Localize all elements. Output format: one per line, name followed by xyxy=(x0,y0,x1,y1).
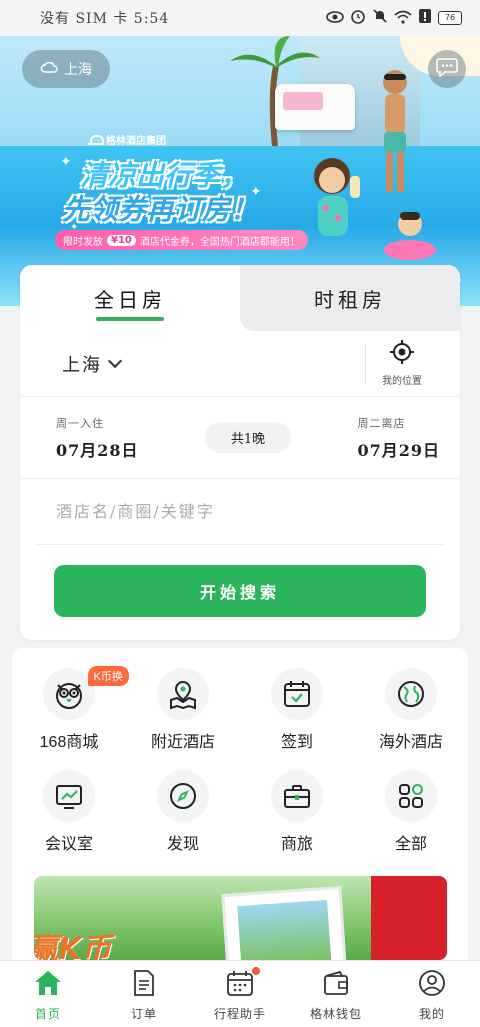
services-grid: K币换 168商城 附近酒店 签到 海外酒店 会议室 发现 商旅 全部 xyxy=(12,666,468,854)
banner-promo-bar: 限时发放 ¥10 酒店代金券，全国热门酒店都能用！ xyxy=(55,230,308,250)
wifi-icon xyxy=(394,9,412,28)
user-profile-icon xyxy=(418,969,446,1001)
promo-k-coin-text: 赢K币 xyxy=(34,932,112,960)
ice-cream-truck-image xyxy=(275,84,355,130)
keyword-row xyxy=(36,479,444,545)
grid-item-business-travel[interactable]: 商旅 xyxy=(244,770,351,854)
checkout-label: 周二离店 xyxy=(357,416,406,430)
wallet-icon xyxy=(322,969,350,1001)
logo-text: 格林酒店集团 xyxy=(106,136,166,147)
grid-item-all[interactable]: 全部 xyxy=(358,770,465,854)
start-search-button[interactable]: 开始搜索 xyxy=(54,565,426,617)
status-text: 没有 SIM 卡 5:54 xyxy=(40,11,170,27)
promo-red-panel xyxy=(371,876,447,960)
grid-item-label: 商旅 xyxy=(280,836,313,853)
nav-wallet-label: 格林钱包 xyxy=(309,1007,362,1021)
nav-wallet[interactable]: 格林钱包 xyxy=(288,961,384,1027)
room-type-tabs: 全日房 时租房 xyxy=(20,265,460,331)
grid-item-meeting-room[interactable]: 会议室 xyxy=(16,770,123,854)
calendar-icon xyxy=(226,969,254,1001)
tab-full-day[interactable]: 全日房 xyxy=(20,265,240,331)
k-coin-promo-banner[interactable]: 赢K币 xyxy=(34,876,447,960)
date-row: 周一入住 07月28日 共1晚 周二离店 07月29日 xyxy=(20,397,460,479)
promo-amount: ¥10 xyxy=(107,234,136,246)
tab-active-indicator xyxy=(96,317,164,321)
checkin-date: 07月28日 xyxy=(56,440,139,460)
grid-item-label: 发现 xyxy=(166,836,199,853)
city-select[interactable]: 上海 xyxy=(62,351,102,377)
status-bar: 没有 SIM 卡 5:54 76 xyxy=(0,0,480,36)
checkin-label: 周一入住 xyxy=(56,416,104,430)
grid-item-label: 会议室 xyxy=(44,836,93,853)
hotel-logo: 格林酒店集团 xyxy=(88,132,166,147)
alert-icon xyxy=(418,8,432,28)
tab-hourly-label: 时租房 xyxy=(314,287,386,312)
grid-item-label: 海外酒店 xyxy=(378,734,443,751)
nav-trip-assistant-label: 行程助手 xyxy=(213,1007,266,1021)
hotel-search-card: 全日房 时租房 上海 我的位置 周一入住 07月28日 共1晚 周二离店 07月… xyxy=(20,265,460,640)
grid-item-label: 签到 xyxy=(280,734,313,751)
tab-hourly[interactable]: 时租房 xyxy=(240,265,460,331)
promo-photo-frame xyxy=(221,885,347,960)
city-selector-pill[interactable]: 上海 xyxy=(22,50,110,88)
calendar-check-icon xyxy=(271,668,323,720)
chevron-down-icon[interactable] xyxy=(107,353,123,368)
nav-home-label: 首页 xyxy=(34,1007,61,1021)
promo-prefix: 限时发放 xyxy=(63,236,103,248)
map-pin-icon xyxy=(157,668,209,720)
nav-trip-assistant[interactable]: 行程助手 xyxy=(192,961,288,1027)
grid-item-discover[interactable]: 发现 xyxy=(130,770,237,854)
message-button[interactable] xyxy=(428,50,466,88)
nav-home[interactable]: 首页 xyxy=(0,961,96,1027)
grid-item-label: 全部 xyxy=(394,836,427,853)
chart-board-icon xyxy=(43,770,95,822)
document-icon xyxy=(131,969,157,1001)
grid-item-overseas-hotels[interactable]: 海外酒店 xyxy=(358,668,465,752)
city-row: 上海 我的位置 xyxy=(20,331,460,397)
bottom-tab-bar: 首页 订单 行程助手 格林钱包 我的 xyxy=(0,960,480,1027)
my-location-label: 我的位置 xyxy=(382,376,422,387)
checkout-date-picker[interactable]: 周二离店 07月29日 xyxy=(357,415,440,461)
home-icon xyxy=(33,969,63,1001)
battery-level: 76 xyxy=(444,13,456,22)
briefcase-icon xyxy=(271,770,323,822)
locate-target-icon xyxy=(390,340,414,368)
banner-headline-2: 先领券再订房！ xyxy=(62,193,259,226)
checkout-date: 07月29日 xyxy=(357,440,440,460)
nav-profile[interactable]: 我的 xyxy=(384,961,480,1027)
nights-count: 共1晚 xyxy=(204,422,292,453)
keyword-search-input[interactable] xyxy=(56,502,444,521)
grid-item-nearby-hotels[interactable]: 附近酒店 xyxy=(130,668,237,752)
girl-figure-image xyxy=(314,158,360,236)
nav-orders[interactable]: 订单 xyxy=(96,961,192,1027)
tab-full-day-label: 全日房 xyxy=(94,287,166,312)
battery-icon: 76 xyxy=(438,11,462,25)
boy-figure-image xyxy=(384,212,436,260)
man-figure-image xyxy=(383,70,407,192)
apps-icon xyxy=(385,770,437,822)
notification-dot xyxy=(252,967,260,975)
grid-item-label: 168商城 xyxy=(39,734,99,751)
logo-mark-icon xyxy=(88,134,104,145)
k-coin-badge: K币换 xyxy=(87,666,129,686)
chat-bubble-icon xyxy=(436,57,458,81)
nav-orders-label: 订单 xyxy=(130,1007,157,1021)
nav-profile-label: 我的 xyxy=(418,1007,445,1021)
cloud-icon xyxy=(40,60,58,78)
eye-icon xyxy=(326,9,344,28)
promo-suffix: 酒店代金券，全国热门酒店都能用！ xyxy=(139,236,300,248)
globe-icon xyxy=(385,668,437,720)
checkin-date-picker[interactable]: 周一入住 07月28日 xyxy=(56,415,139,461)
alarm-icon xyxy=(350,8,366,28)
sparkle-icon: ✦ xyxy=(60,154,72,170)
city-pill-label: 上海 xyxy=(64,62,92,78)
mute-icon xyxy=(372,8,388,28)
status-icons: 76 xyxy=(326,8,462,28)
compass-icon xyxy=(157,770,209,822)
grid-item-checkin[interactable]: 签到 xyxy=(244,668,351,752)
grid-item-label: 附近酒店 xyxy=(150,734,215,751)
my-location-button[interactable]: 我的位置 xyxy=(366,340,438,387)
grid-item-mall[interactable]: K币换 168商城 xyxy=(16,666,129,752)
